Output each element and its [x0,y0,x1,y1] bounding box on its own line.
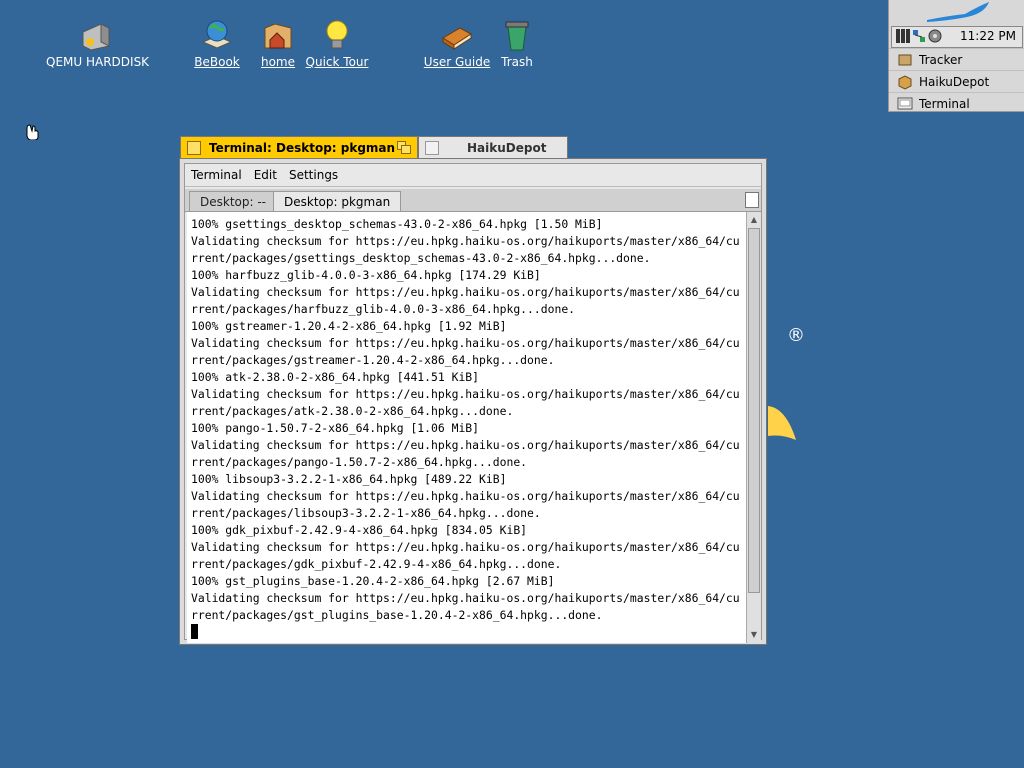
desktop-icon-label: Quick Tour [305,55,369,69]
terminal-line: 100% atk-2.38.0-2-x86_64.hpkg [441.51 Ki… [191,370,480,384]
scroll-up-arrow-icon[interactable]: ▲ [748,213,760,227]
terminal-line: rrent/packages/gst_plugins_base-1.20.4-2… [191,608,603,622]
deskbar: 11:22 PM Tracker HaikuDepot Terminal [888,0,1024,112]
deskbar-tray: 11:22 PM [891,26,1023,48]
clock[interactable]: 11:22 PM [960,29,1016,43]
new-tab-icon[interactable] [745,192,759,208]
window-frame: Terminal Edit Settings Desktop: -- Deskt… [184,163,762,643]
terminal-line: rrent/packages/gstreamer-1.20.4-2-x86_64… [191,353,555,367]
deskbar-app-label: Tracker [919,52,963,67]
desktop-icon-trash[interactable]: Trash [467,18,567,69]
terminal-tab-desktop[interactable]: Desktop: -- [189,191,278,211]
cpu-monitor-icon[interactable] [896,29,910,43]
deskbar-app-tracker[interactable]: Tracker [889,48,1024,70]
terminal-output[interactable]: 100% gsettings_desktop_schemas-43.0-2-x8… [187,212,750,643]
haiku-logo-leaf-icon [768,406,796,440]
tray-replicants [896,29,942,43]
terminal-tab-bar: Desktop: -- Desktop: pkgman [185,189,761,212]
terminal-line: rrent/packages/gdk_pixbuf-2.42.9-4-x86_6… [191,557,562,571]
terminal-icon [897,97,913,109]
terminal-line: 100% gdk_pixbuf-2.42.9-4-x86_64.hpkg [83… [191,523,528,537]
terminal-line: rrent/packages/libsoup3-3.2.2-1-x86_64.h… [191,506,541,520]
scroll-thumb[interactable] [748,228,760,593]
media-icon[interactable] [928,29,942,43]
terminal-line: Validating checksum for https://eu.hpkg.… [191,591,740,605]
terminal-line: Validating checksum for https://eu.hpkg.… [191,285,740,299]
deskbar-app-label: Terminal [919,96,970,111]
menu-bar: Terminal Edit Settings [185,164,761,187]
terminal-line: Validating checksum for https://eu.hpkg.… [191,234,740,248]
window-tab-terminal[interactable]: Terminal: Desktop: pkgman [180,136,418,158]
terminal-line: rrent/packages/atk-2.38.0-2-x86_64.hpkg.… [191,404,514,418]
harddisk-icon [82,23,110,51]
terminal-line: Validating checksum for https://eu.hpkg.… [191,489,740,503]
vertical-scrollbar[interactable]: ▲ ▼ [746,212,761,643]
terminal-line: 100% libsoup3-3.2.2-1-x86_64.hpkg [489.2… [191,472,507,486]
zoom-box-icon[interactable] [397,141,411,154]
terminal-prompt-line [191,624,750,641]
lightbulb-icon [326,20,348,49]
terminal-line: rrent/packages/pango-1.50.7-2-x86_64.hpk… [191,455,528,469]
terminal-line: 100% harfbuzz_glib-4.0.0-3-x86_64.hpkg [… [191,268,541,282]
terminal-line: Validating checksum for https://eu.hpkg.… [191,540,740,554]
scroll-down-arrow-icon[interactable]: ▼ [748,628,760,642]
registered-mark: ® [787,325,805,346]
terminal-line: 100% pango-1.50.7-2-x86_64.hpkg [1.06 Mi… [191,421,480,435]
deskbar-logo[interactable] [889,0,1024,26]
desktop-icon-label: QEMU HARDDISK [46,55,150,69]
window-title: Terminal: Desktop: pkgman [209,140,396,155]
trash-icon [505,21,529,51]
text-cursor [191,624,198,639]
terminal-line: rrent/packages/gsettings_desktop_schemas… [191,251,651,265]
mouse-pointer-icon [26,124,39,140]
deskbar-app-haikudepot[interactable]: HaikuDepot [889,70,1024,92]
network-icon[interactable] [912,29,926,43]
deskbar-app-label: HaikuDepot [919,74,990,89]
window-title: HaikuDepot [467,140,547,155]
terminal-line: Validating checksum for https://eu.hpkg.… [191,387,740,401]
menu-settings[interactable]: Settings [283,168,344,182]
terminal-line: 100% gsettings_desktop_schemas-43.0-2-x8… [191,217,603,231]
terminal-line: 100% gstreamer-1.20.4-2-x86_64.hpkg [1.9… [191,319,507,333]
terminal-line: rrent/packages/harfbuzz_glib-4.0.0-3-x86… [191,302,576,316]
terminal-line: 100% gst_plugins_base-1.20.4-2-x86_64.hp… [191,574,555,588]
tracker-icon [898,54,912,65]
terminal-tab-label: Desktop: pkgman [284,194,391,209]
terminal-tab-label: Desktop: -- [200,194,267,209]
menu-terminal[interactable]: Terminal [185,168,248,182]
package-icon [898,74,912,90]
terminal-tab-pkgman[interactable]: Desktop: pkgman [273,191,402,211]
close-box-icon[interactable] [187,140,201,155]
terminal-line: Validating checksum for https://eu.hpkg.… [191,336,740,350]
deskbar-app-terminal[interactable]: Terminal [889,92,1024,114]
desktop-icon-label: Trash [501,55,533,69]
terminal-line: Validating checksum for https://eu.hpkg.… [191,438,740,452]
menu-edit[interactable]: Edit [248,168,283,182]
haiku-leaf-icon [927,2,989,22]
desktop-icon-harddisk[interactable]: QEMU HARDDISK [46,18,150,69]
close-box-icon[interactable] [425,140,439,155]
desktop-icon-quicktour[interactable]: Quick Tour [287,18,387,69]
terminal-window: Terminal Edit Settings Desktop: -- Deskt… [179,158,767,645]
window-tab-haikudepot[interactable]: HaikuDepot [418,136,568,158]
